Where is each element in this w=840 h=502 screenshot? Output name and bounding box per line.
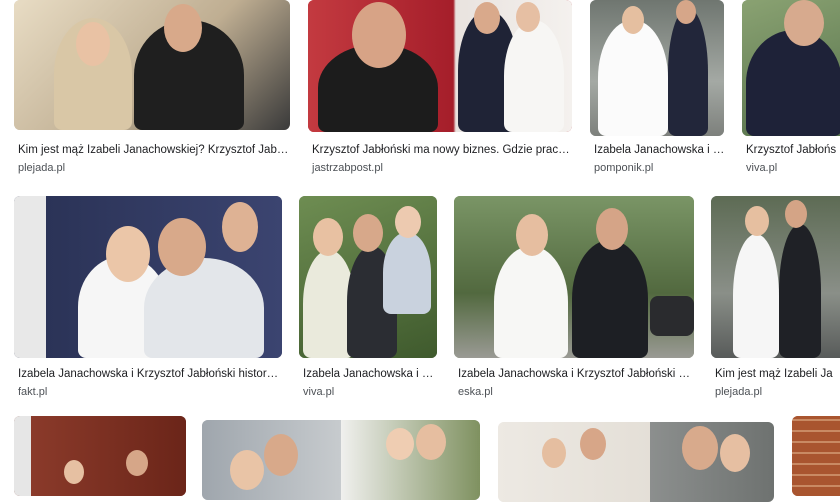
result-thumbnail[interactable] — [14, 196, 282, 358]
result-source: fakt.pl — [18, 386, 48, 398]
result-thumbnail[interactable] — [454, 196, 694, 358]
result-title[interactable]: Krzysztof Jabłoński ma nowy biznes. Gdzi… — [312, 144, 572, 156]
image-result-card[interactable] — [202, 420, 480, 500]
image-result-card[interactable]: Izabela Janachowska i … viva.pl — [299, 196, 437, 406]
result-title[interactable]: Izabela Janachowska i Krzysztof Jabłońsk… — [18, 368, 280, 380]
result-thumbnail[interactable] — [308, 0, 572, 132]
result-source: eska.pl — [458, 386, 493, 398]
result-title[interactable]: Izabela Janachowska i … — [303, 368, 437, 380]
result-title[interactable]: Izabela Janachowska i … — [594, 144, 724, 156]
image-result-card[interactable]: Izabela Janachowska i … pomponik.pl — [590, 0, 724, 180]
result-source: plejada.pl — [715, 386, 763, 398]
result-title[interactable]: Izabela Janachowska i Krzysztof Jabłońsk… — [458, 368, 694, 380]
image-result-card[interactable] — [498, 422, 774, 502]
result-thumbnail[interactable] — [590, 0, 724, 136]
result-source: viva.pl — [303, 386, 335, 398]
image-result-card[interactable]: Kim jest mąż Izabeli Janachowskiej? Krzy… — [14, 0, 290, 180]
result-source: viva.pl — [746, 162, 778, 174]
result-thumbnail[interactable] — [498, 422, 774, 502]
result-title[interactable]: Krzysztof Jabłońs — [746, 144, 840, 156]
result-source: pomponik.pl — [594, 162, 654, 174]
image-result-card[interactable]: Izabela Janachowska i Krzysztof Jabłońsk… — [14, 196, 282, 406]
result-source: jastrzabpost.pl — [312, 162, 383, 174]
image-result-card[interactable]: Kim jest mąż Izabeli Ja plejada.pl — [711, 196, 840, 406]
result-thumbnail[interactable] — [299, 196, 437, 358]
result-thumbnail[interactable] — [792, 416, 840, 496]
image-result-card[interactable] — [792, 416, 840, 496]
image-result-card[interactable]: Krzysztof Jabłoński ma nowy biznes. Gdzi… — [308, 0, 572, 180]
result-title[interactable]: Kim jest mąż Izabeli Ja — [715, 368, 839, 380]
image-result-card[interactable]: Krzysztof Jabłońs viva.pl — [742, 0, 840, 180]
result-title[interactable]: Kim jest mąż Izabeli Janachowskiej? Krzy… — [18, 144, 290, 156]
image-result-card[interactable]: Izabela Janachowska i Krzysztof Jabłońsk… — [454, 196, 694, 406]
result-thumbnail[interactable] — [742, 0, 840, 136]
image-result-card[interactable] — [14, 416, 186, 496]
result-source: plejada.pl — [18, 162, 66, 174]
result-thumbnail[interactable] — [711, 196, 840, 358]
result-thumbnail[interactable] — [202, 420, 480, 500]
result-thumbnail[interactable] — [14, 416, 186, 496]
result-thumbnail[interactable] — [14, 0, 290, 130]
